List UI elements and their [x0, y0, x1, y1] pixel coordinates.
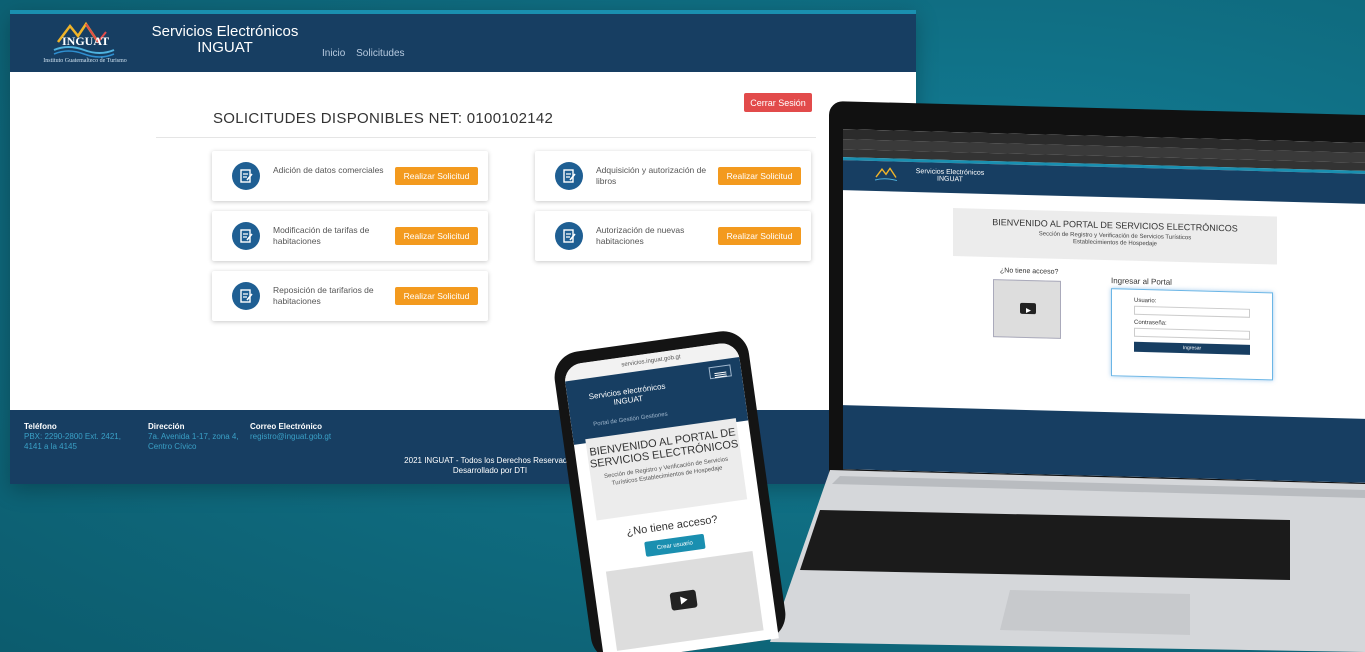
title-divider: [156, 137, 816, 138]
footer-email-label: Correo Electrónico: [250, 422, 323, 431]
card-label: Adquisición y autorización de libros: [596, 165, 707, 186]
footer-email: Correo Electrónico registro@inguat.gob.g…: [250, 422, 380, 442]
document-edit-icon: [555, 222, 583, 250]
main-nav: Inicio Solicitudes: [322, 48, 413, 59]
laptop-keyboard-base: [770, 470, 1365, 652]
laptop-password-label: Contraseña:: [1134, 319, 1167, 327]
page-title: SOLICITUDES DISPONIBLES NET: 0100102142: [213, 110, 554, 127]
document-edit-icon: [232, 162, 260, 190]
main-browser-page: INGUAT Instituto Guatemalteco de Turismo…: [10, 10, 916, 484]
laptop-password-input[interactable]: [1134, 327, 1250, 340]
request-card: Modificación de tarifas de habitaciones …: [212, 211, 488, 261]
document-edit-icon: [232, 282, 260, 310]
request-button[interactable]: Realizar Solicitud: [395, 287, 478, 305]
inguat-logo[interactable]: INGUAT Instituto Guatemalteco de Turismo: [40, 20, 130, 64]
laptop-site-title: Servicios Electrónicos INGUAT: [915, 168, 985, 184]
phone-no-access: ¿No tiene acceso?: [625, 513, 719, 539]
phone-site-title: Servicios electrónicos INGUAT: [587, 381, 669, 410]
laptop-user-input[interactable]: [1134, 305, 1250, 318]
footer-email-link[interactable]: registro@inguat.gob.gt: [250, 432, 380, 442]
footer-phone-label: Teléfono: [24, 422, 57, 431]
laptop-screen: Servicios Electrónicos INGUAT BIENVENIDO…: [843, 129, 1365, 483]
phone-screen: servicios.inguat.gob.gt Servicios electr…: [562, 341, 779, 652]
laptop-user-label: Usuario:: [1134, 297, 1157, 305]
footer-copyright: 2021 INGUAT - Todos los Derechos Reserva…: [390, 456, 590, 476]
developed-by-text: Desarrollado por DTI: [452, 466, 528, 475]
site-title-line1: Servicios Electrónicos: [151, 23, 299, 40]
site-header: INGUAT Instituto Guatemalteco de Turismo…: [10, 14, 916, 72]
nav-solicitudes[interactable]: Solicitudes: [356, 48, 404, 59]
laptop-video-thumbnail[interactable]: [993, 279, 1061, 339]
laptop-login-title: Ingresar al Portal: [1111, 276, 1172, 287]
copyright-text: 2021 INGUAT - Todos los Derechos Reserva…: [404, 456, 576, 465]
site-title: Servicios Electrónicos INGUAT: [150, 24, 300, 56]
request-button[interactable]: Realizar Solicitud: [395, 167, 478, 185]
play-icon[interactable]: [1020, 302, 1036, 315]
footer-phone-value: PBX: 2290-2800 Ext. 2421, 4141 a la 4145: [24, 432, 121, 451]
request-button[interactable]: Realizar Solicitud: [395, 227, 478, 245]
request-card: Reposición de tarifarios de habitaciones…: [212, 271, 488, 321]
request-button[interactable]: Realizar Solicitud: [718, 167, 801, 185]
card-label: Autorización de nuevas habitaciones: [596, 225, 685, 246]
laptop-login-button[interactable]: Ingresar: [1134, 341, 1250, 355]
footer-phone: Teléfono PBX: 2290-2800 Ext. 2421, 4141 …: [24, 422, 134, 452]
footer-address-label: Dirección: [148, 422, 185, 431]
phone-video-thumbnail[interactable]: [605, 551, 764, 651]
request-card: Adición de datos comerciales Realizar So…: [212, 151, 488, 201]
logout-button[interactable]: Cerrar Sesión: [744, 93, 812, 112]
laptop-logo-icon: [873, 167, 899, 184]
card-label: Adición de datos comerciales: [273, 165, 384, 175]
nav-inicio[interactable]: Inicio: [322, 48, 345, 59]
request-button[interactable]: Realizar Solicitud: [718, 227, 801, 245]
logo-text: INGUAT: [62, 34, 110, 48]
phone-create-user-button[interactable]: Crear usuario: [644, 533, 706, 557]
request-card: Autorización de nuevas habitaciones Real…: [535, 211, 811, 261]
laptop-login-form: Usuario: Contraseña: Ingresar: [1111, 288, 1273, 381]
laptop-no-access: ¿No tiene acceso?: [1000, 267, 1059, 276]
document-edit-icon: [555, 162, 583, 190]
site-title-line2: INGUAT: [197, 39, 253, 56]
footer-address-value: 7a. Avenida 1-17, zona 4, Centro Cívico: [148, 432, 239, 451]
footer-address: Dirección 7a. Avenida 1-17, zona 4, Cent…: [148, 422, 240, 452]
card-label: Reposición de tarifarios de habitaciones: [273, 285, 374, 306]
laptop-welcome-box: BIENVENIDO AL PORTAL DE SERVICIOS ELECTR…: [953, 208, 1277, 265]
phone-menu-icon[interactable]: [708, 364, 732, 380]
card-label: Modificación de tarifas de habitaciones: [273, 225, 370, 246]
play-icon[interactable]: [669, 589, 698, 611]
document-edit-icon: [232, 222, 260, 250]
phone-nav[interactable]: Portal de Gestión Gestiones: [593, 412, 668, 428]
logo-subtitle: Instituto Guatemalteco de Turismo: [43, 58, 127, 64]
request-card: Adquisición y autorización de libros Rea…: [535, 151, 811, 201]
